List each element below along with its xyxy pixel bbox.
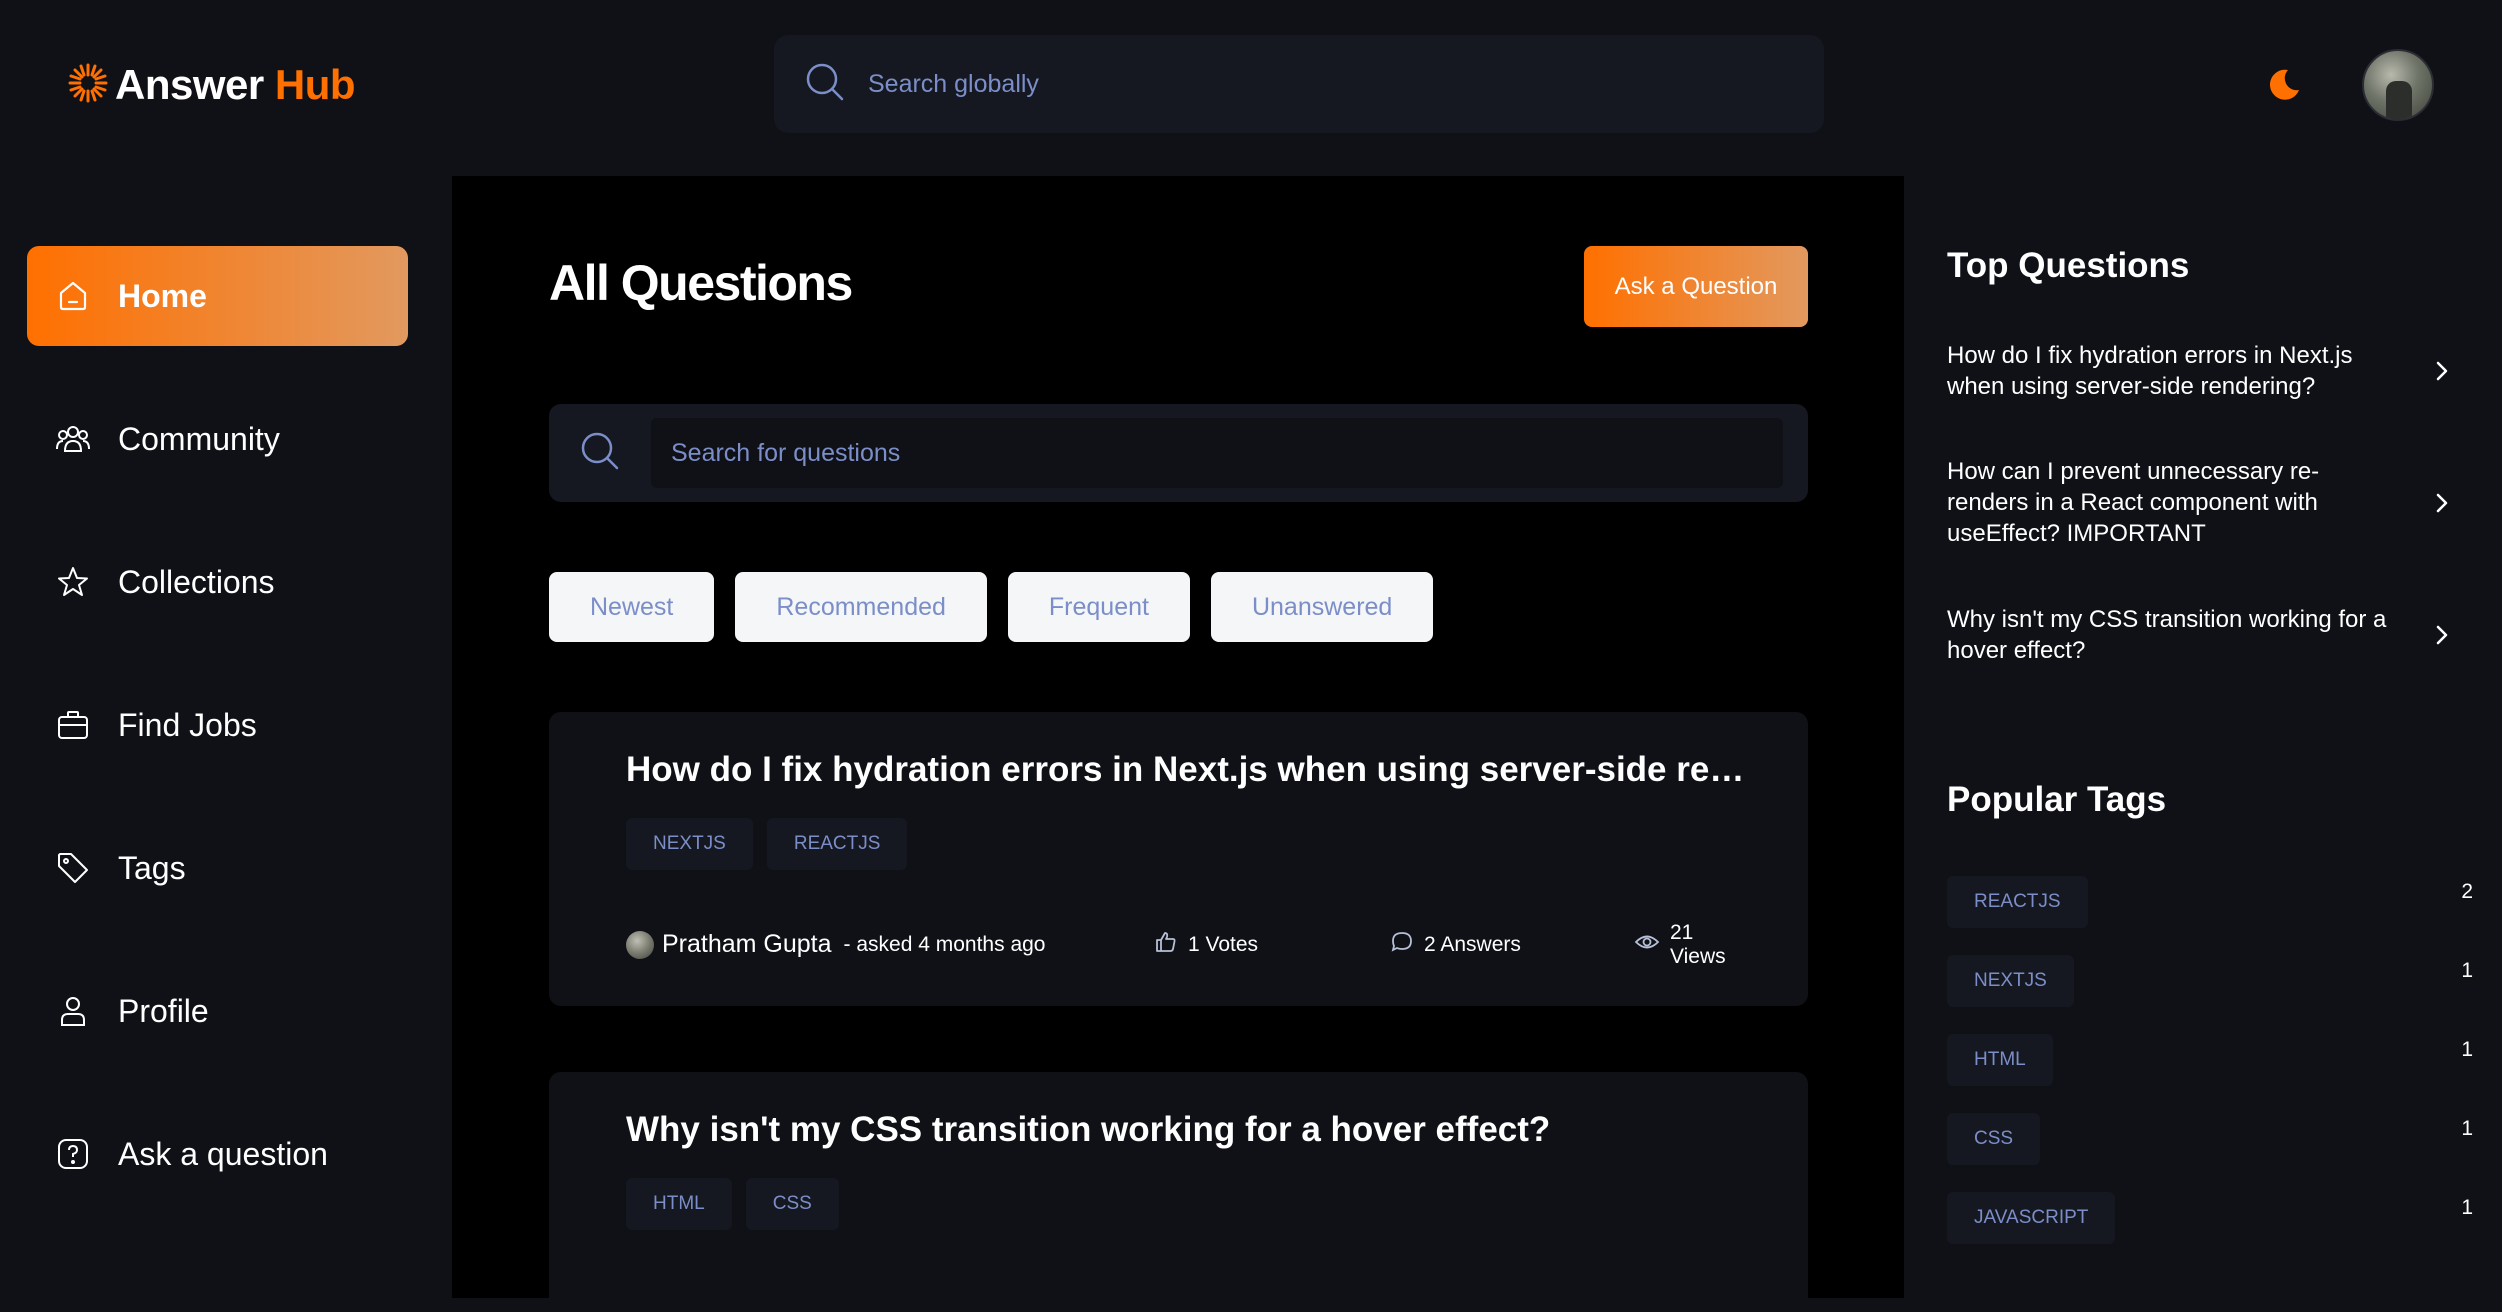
logo[interactable]: Answer Hub bbox=[67, 58, 356, 112]
tag-count: 1 bbox=[2461, 1038, 2473, 1061]
sidebar-item-home[interactable]: Home bbox=[27, 246, 408, 346]
filter-recommended-button[interactable]: Recommended bbox=[735, 572, 987, 642]
top-questions-title: Top Questions bbox=[1947, 246, 2190, 285]
sunburst-logo-icon bbox=[67, 62, 109, 109]
sidebar-item-find-jobs[interactable]: Find Jobs bbox=[27, 675, 408, 775]
global-search-input[interactable] bbox=[868, 69, 1768, 99]
tag-icon bbox=[53, 848, 93, 888]
sidebar-item-label: Home bbox=[118, 277, 207, 314]
sidebar-item-tags[interactable]: Tags bbox=[27, 818, 408, 918]
votes-stat: 1 Votes bbox=[1154, 930, 1258, 960]
author-name: Pratham Gupta bbox=[662, 930, 832, 958]
popular-tag-row: JAVASCRIPT 1 bbox=[1947, 1192, 2473, 1244]
popular-tag-row: CSS 1 bbox=[1947, 1113, 2473, 1165]
question-icon bbox=[53, 1134, 93, 1174]
views-stat: 21 Views bbox=[1634, 921, 1731, 969]
message-icon bbox=[1390, 930, 1414, 960]
tag-chip[interactable]: CSS bbox=[1947, 1113, 2041, 1165]
question-search bbox=[549, 404, 1808, 502]
question-meta: Pratham Gupta - asked 4 months ago 1 Vot… bbox=[626, 921, 1731, 968]
brand-name: Answer Hub bbox=[115, 61, 356, 109]
sidebar-item-label: Collections bbox=[118, 563, 275, 600]
home-icon bbox=[53, 276, 93, 316]
asked-time: - asked 4 months ago bbox=[843, 932, 1046, 956]
question-search-field bbox=[651, 418, 1783, 488]
tag-chip[interactable]: NEXTJS bbox=[1947, 955, 2074, 1007]
page-title: All Questions bbox=[549, 255, 853, 311]
views-count: 21 Views bbox=[1670, 920, 1726, 968]
sidebar-item-label: Ask a question bbox=[118, 1135, 328, 1172]
top-navbar: Answer Hub bbox=[0, 0, 2502, 176]
author-avatar bbox=[626, 930, 654, 959]
sidebar-item-label: Profile bbox=[118, 992, 209, 1029]
tag-chip[interactable]: CSS bbox=[745, 1178, 839, 1230]
chevron-right-icon bbox=[2427, 620, 2457, 650]
tag-chip[interactable]: JAVASCRIPT bbox=[1947, 1192, 2116, 1244]
answers-stat: 2 Answers bbox=[1390, 930, 1521, 960]
popular-tag-row: NEXTJS 1 bbox=[1947, 955, 2473, 1007]
filter-unanswered-button[interactable]: Unanswered bbox=[1210, 572, 1434, 642]
sidebar-item-ask-question[interactable]: Ask a question bbox=[27, 1104, 408, 1204]
tag-chip[interactable]: HTML bbox=[1947, 1034, 2053, 1086]
tag-count: 1 bbox=[2461, 959, 2473, 982]
search-icon bbox=[804, 61, 846, 108]
sidebar-item-community[interactable]: Community bbox=[27, 389, 408, 489]
filter-frequent-button[interactable]: Frequent bbox=[1007, 572, 1190, 642]
ask-question-button[interactable]: Ask a Question bbox=[1584, 246, 1808, 327]
star-icon bbox=[53, 562, 93, 602]
question-title-link[interactable]: Why isn't my CSS transition working for … bbox=[626, 1110, 1746, 1150]
author-info[interactable]: Pratham Gupta - asked 4 months ago bbox=[626, 930, 1045, 959]
top-question-item[interactable]: How can I prevent unnecessary re-renders… bbox=[1947, 456, 2457, 549]
tag-chip[interactable]: HTML bbox=[626, 1178, 732, 1230]
question-title-link[interactable]: How do I fix hydration errors in Next.js… bbox=[626, 750, 1746, 790]
tag-count: 1 bbox=[2461, 1117, 2473, 1140]
question-tags: NEXTJS REACTJS bbox=[626, 818, 908, 870]
chevron-right-icon bbox=[2427, 488, 2457, 518]
top-question-item[interactable]: Why isn't my CSS transition working for … bbox=[1947, 604, 2457, 666]
sidebar-item-label: Community bbox=[118, 420, 280, 457]
question-card: How do I fix hydration errors in Next.js… bbox=[549, 712, 1808, 1006]
brand-name-part1: Answer bbox=[115, 61, 264, 108]
sidebar-item-label: Find Jobs bbox=[118, 706, 257, 743]
thumbs-up-icon bbox=[1154, 930, 1178, 960]
chevron-right-icon bbox=[2427, 356, 2457, 386]
left-sidebar: Home Community Collections Find Jobs Tag… bbox=[0, 176, 452, 1298]
users-icon bbox=[53, 419, 93, 459]
sidebar-item-collections[interactable]: Collections bbox=[27, 532, 408, 632]
main-content: All Questions Ask a Question Newest Reco… bbox=[452, 176, 1904, 1312]
brand-name-part2: Hub bbox=[274, 61, 356, 108]
top-question-item[interactable]: How do I fix hydration errors in Next.js… bbox=[1947, 340, 2457, 402]
tag-count: 2 bbox=[2461, 880, 2473, 903]
right-sidebar: Top Questions How do I fix hydration err… bbox=[1904, 176, 2502, 1298]
filter-newest-button[interactable]: Newest bbox=[549, 572, 715, 642]
popular-tags-title: Popular Tags bbox=[1947, 780, 2167, 819]
sidebar-item-label: Tags bbox=[118, 849, 186, 886]
question-tags: HTML CSS bbox=[626, 1178, 839, 1230]
tag-count: 1 bbox=[2461, 1196, 2473, 1219]
user-icon bbox=[53, 991, 93, 1031]
moon-icon[interactable] bbox=[2262, 62, 2306, 106]
tag-chip[interactable]: REACTJS bbox=[1947, 876, 2088, 928]
search-icon bbox=[579, 430, 621, 477]
tag-chip[interactable]: NEXTJS bbox=[626, 818, 753, 870]
popular-tag-row: REACTJS 2 bbox=[1947, 876, 2473, 928]
question-card: Why isn't my CSS transition working for … bbox=[549, 1072, 1808, 1312]
briefcase-icon bbox=[53, 705, 93, 745]
sidebar-item-profile[interactable]: Profile bbox=[27, 961, 408, 1061]
top-question-text: How do I fix hydration errors in Next.js… bbox=[1947, 342, 2353, 400]
filter-bar: Newest Recommended Frequent Unanswered bbox=[549, 572, 1434, 642]
popular-tag-row: HTML 1 bbox=[1947, 1034, 2473, 1086]
top-question-text: Why isn't my CSS transition working for … bbox=[1947, 606, 2387, 664]
votes-count: 1 Votes bbox=[1188, 932, 1259, 956]
question-search-input[interactable] bbox=[671, 438, 1751, 468]
avatar[interactable] bbox=[2362, 49, 2434, 121]
top-question-text: How can I prevent unnecessary re-renders… bbox=[1947, 458, 2320, 547]
tag-chip[interactable]: REACTJS bbox=[766, 818, 908, 870]
answers-count: 2 Answers bbox=[1424, 932, 1521, 956]
eye-icon bbox=[1634, 930, 1660, 960]
global-search bbox=[774, 35, 1824, 133]
